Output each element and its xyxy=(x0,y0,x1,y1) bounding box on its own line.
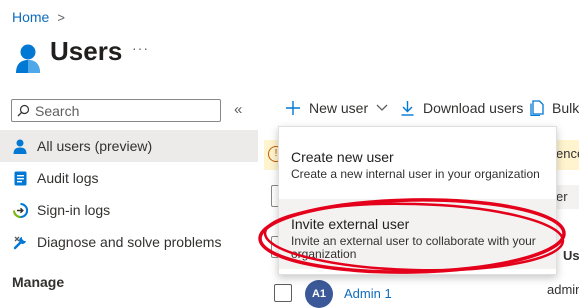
menu-item-description: Create a new internal user in your organ… xyxy=(291,167,540,181)
nav-item-all-users[interactable]: All users (preview) xyxy=(0,130,258,162)
avatar: A1 xyxy=(305,280,333,308)
download-users-button[interactable]: Download users xyxy=(400,100,523,116)
nav-item-label: All users (preview) xyxy=(37,138,153,154)
bulk-operations-button[interactable]: Bulk xyxy=(530,100,579,116)
download-users-label: Download users xyxy=(423,100,524,116)
chevron-down-icon xyxy=(376,104,388,111)
new-user-dropdown-menu: Create new user Create a new internal us… xyxy=(278,126,557,275)
bulk-operations-label: Bulk xyxy=(552,100,579,116)
menu-item-invite-external-user[interactable]: Invite external user Invite an external … xyxy=(279,199,556,269)
column-header-upn[interactable]: Use xyxy=(563,248,579,263)
breadcrumb-home-link[interactable]: Home xyxy=(12,9,49,25)
menu-item-create-new-user[interactable]: Create new user Create a new internal us… xyxy=(279,127,556,193)
audit-log-icon xyxy=(12,170,28,186)
info-banner-text: ence xyxy=(556,146,579,161)
breadcrumb: Home > xyxy=(12,9,65,25)
collapse-nav-button[interactable]: « xyxy=(234,101,242,118)
users-icon xyxy=(16,44,40,73)
download-icon xyxy=(401,101,414,116)
search-box xyxy=(11,99,221,122)
user-name-link[interactable]: Admin 1 xyxy=(344,286,392,301)
row-checkbox[interactable] xyxy=(274,284,292,302)
nav-item-label: Audit logs xyxy=(37,170,99,186)
search-input[interactable] xyxy=(33,101,217,120)
menu-item-title: Create new user xyxy=(291,149,394,165)
menu-item-title: Invite external user xyxy=(291,216,410,232)
user-icon xyxy=(12,138,28,154)
breadcrumb-separator: > xyxy=(57,9,65,25)
filter-pill-label: er xyxy=(556,189,568,204)
nav-item-audit-logs[interactable]: Audit logs xyxy=(0,162,258,194)
nav-section-manage: Manage xyxy=(12,274,65,290)
menu-item-description: Invite an external user to collaborate w… xyxy=(291,234,536,261)
sign-in-log-icon xyxy=(12,202,28,218)
nav-item-label: Diagnose and solve problems xyxy=(37,234,222,250)
new-user-button[interactable]: New user xyxy=(285,100,388,116)
wrench-icon xyxy=(12,234,28,250)
search-icon xyxy=(17,104,30,117)
more-options-button[interactable]: ··· xyxy=(132,40,149,56)
nav-item-label: Sign-in logs xyxy=(37,202,111,218)
page-title: Users xyxy=(50,36,123,66)
nav-item-diagnose[interactable]: Diagnose and solve problems xyxy=(0,226,258,258)
new-user-label: New user xyxy=(309,100,369,116)
plus-icon xyxy=(286,101,300,115)
bulk-document-icon xyxy=(530,100,544,116)
nav-item-sign-in-logs[interactable]: Sign-in logs xyxy=(0,194,258,226)
